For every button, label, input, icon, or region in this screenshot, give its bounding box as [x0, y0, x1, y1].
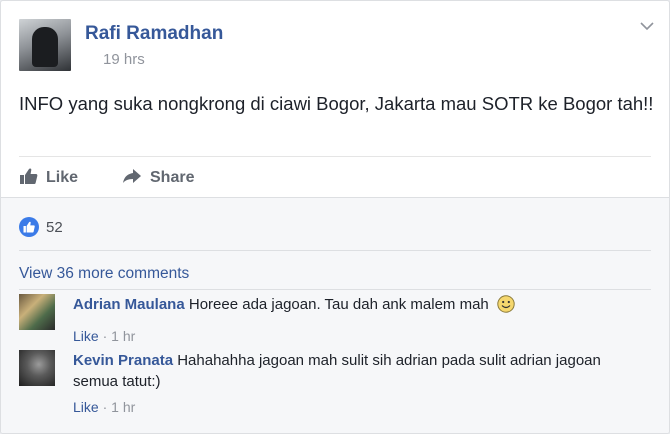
comment-text: Horeee ada jagoan. Tau dah ank malem mah [188, 296, 489, 313]
meta-separator: · [98, 399, 112, 415]
thumbs-up-icon [19, 217, 39, 237]
divider [19, 250, 651, 251]
author-avatar[interactable] [19, 19, 71, 71]
author-name[interactable]: Rafi Ramadhan [85, 23, 223, 45]
comment-content: Kevin Pranata Hahahahha jagoan mah sulit… [73, 350, 643, 392]
commenter-name[interactable]: Adrian Maulana [73, 296, 185, 313]
smiley-icon [497, 295, 515, 319]
comment-like-link[interactable]: Like [73, 399, 99, 415]
commenter-name[interactable]: Kevin Pranata [73, 352, 173, 369]
comment-like-link[interactable]: Like [73, 328, 99, 344]
commenter-avatar[interactable] [19, 350, 55, 386]
chevron-down-icon[interactable] [639, 19, 655, 33]
comment-content: Adrian Maulana Horeee ada jagoan. Tau da… [73, 294, 643, 319]
comment-time[interactable]: 1 hr [111, 328, 135, 344]
share-label: Share [150, 169, 195, 186]
commenter-avatar[interactable] [19, 294, 55, 330]
share-arrow-icon [122, 168, 150, 189]
post-card: Rafi Ramadhan 19 hrs INFO yang suka nong… [0, 0, 670, 434]
thumbs-up-icon [19, 167, 46, 190]
post-text: INFO yang suka nongkrong di ciawi Bogor,… [19, 93, 654, 114]
comment-meta: Like · 1 hr [73, 397, 643, 418]
comment-meta: Like · 1 hr [73, 326, 643, 347]
comment-body: Kevin Pranata Hahahahha jagoan mah sulit… [73, 350, 643, 418]
post-timestamp[interactable]: 19 hrs [103, 51, 145, 68]
reactions-comments-area: 52 View 36 more comments Adrian Maulana … [1, 197, 669, 433]
view-more-comments-link[interactable]: View 36 more comments [19, 265, 189, 283]
like-label: Like [46, 169, 79, 186]
divider [19, 289, 651, 290]
avatar-figure [32, 27, 58, 67]
comment-body: Adrian Maulana Horeee ada jagoan. Tau da… [73, 294, 643, 347]
meta-separator: · [98, 328, 112, 344]
like-button[interactable]: Like [19, 167, 78, 189]
reaction-count: 52 [46, 218, 63, 236]
comment-time[interactable]: 1 hr [111, 399, 135, 415]
divider [19, 156, 651, 157]
reaction-summary[interactable]: 52 [19, 216, 63, 238]
share-button[interactable]: Share [122, 167, 194, 189]
post-header: Rafi Ramadhan 19 hrs [19, 19, 659, 75]
